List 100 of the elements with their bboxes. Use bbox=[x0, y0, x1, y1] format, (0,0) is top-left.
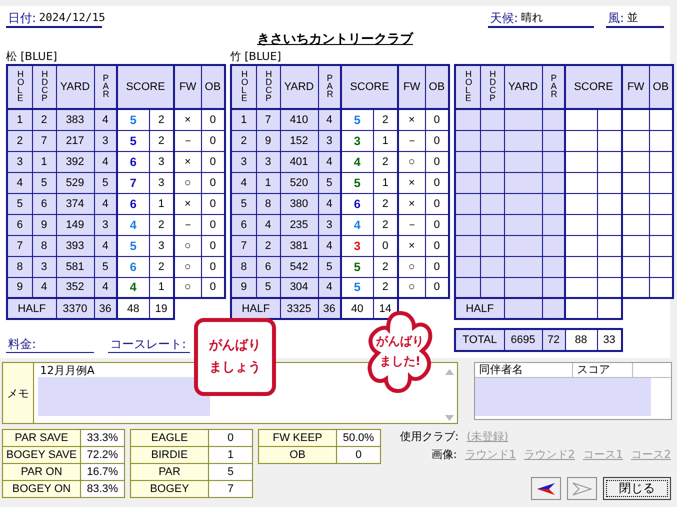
ob-value: 0 bbox=[210, 218, 216, 230]
putts-value: 1 bbox=[382, 176, 388, 188]
image-link[interactable]: コース1 bbox=[583, 447, 623, 462]
column-header: HOLE bbox=[17, 70, 22, 102]
club-link[interactable]: (未登録) bbox=[466, 429, 508, 444]
par-value: 4 bbox=[326, 281, 332, 294]
hole-number: 4 bbox=[16, 176, 23, 188]
putts-value: 2 bbox=[158, 114, 164, 126]
companion-list[interactable]: 同伴者名 スコア bbox=[474, 362, 672, 420]
fairway-mark: － bbox=[406, 135, 418, 147]
fairway-mark: ○ bbox=[184, 260, 192, 272]
par-value: 4 bbox=[102, 281, 108, 294]
putts-value: 2 bbox=[382, 281, 388, 294]
par-value: 3 bbox=[102, 134, 108, 146]
hole-number: 7 bbox=[240, 240, 247, 252]
stat-label: EAGLE bbox=[130, 430, 208, 446]
score-value: 3 bbox=[354, 134, 361, 148]
ob-value: 0 bbox=[210, 114, 216, 126]
hole-number: 6 bbox=[16, 218, 23, 230]
scroll-down-icon[interactable] bbox=[444, 415, 454, 421]
column-header: HDCP bbox=[490, 70, 494, 102]
putts-value: 2 bbox=[382, 260, 388, 272]
stat-label: BOGEY SAVE bbox=[2, 446, 80, 464]
fairway-mark: － bbox=[406, 219, 418, 231]
handicap-value: 2 bbox=[40, 114, 48, 126]
stat-label: BIRDIE bbox=[130, 446, 208, 464]
putts-value: 1 bbox=[158, 198, 164, 210]
column-header: SCORE bbox=[574, 81, 614, 93]
column-header: HDCP bbox=[266, 70, 270, 102]
score-value: 4 bbox=[354, 154, 361, 168]
image-link[interactable]: ラウンド2 bbox=[524, 447, 575, 462]
column-header: YARD bbox=[284, 81, 314, 93]
half-label: HALF bbox=[18, 302, 46, 314]
handicap-value: 4 bbox=[40, 281, 48, 294]
yard-value: 393 bbox=[66, 240, 84, 252]
sticker-text: ましょう bbox=[209, 359, 261, 377]
fairway-mark: × bbox=[184, 114, 191, 126]
stat-value: 50.0% bbox=[336, 430, 380, 446]
hole-number: 6 bbox=[240, 218, 247, 230]
putts-value: 1 bbox=[382, 134, 388, 146]
stat-value: 0 bbox=[208, 430, 252, 446]
par-value: 3 bbox=[326, 134, 332, 146]
sticker-text: がんばり bbox=[209, 337, 261, 355]
stat-value: 72.2% bbox=[80, 446, 124, 464]
hole-number: 2 bbox=[16, 134, 23, 146]
column-header: HOLE bbox=[241, 70, 246, 102]
score-value: 6 bbox=[354, 196, 361, 210]
putts-value: 2 bbox=[382, 218, 388, 230]
par-total: 36 bbox=[323, 302, 336, 314]
par-value: 5 bbox=[326, 176, 332, 188]
fairway-mark: × bbox=[408, 198, 415, 210]
image-link[interactable]: ラウンド1 bbox=[465, 447, 516, 462]
score-total: 88 bbox=[574, 334, 588, 346]
column-header: FW bbox=[179, 81, 196, 93]
column-header: SCORE bbox=[350, 81, 390, 93]
par-value: 4 bbox=[102, 156, 108, 168]
memo-input[interactable] bbox=[38, 377, 210, 416]
course-name: 松 [BLUE] bbox=[6, 49, 58, 64]
handicap-value: 4 bbox=[264, 218, 272, 230]
hole-number: 1 bbox=[16, 114, 23, 126]
image-link[interactable]: コース2 bbox=[631, 447, 671, 462]
course-rate-field: コースレート: bbox=[108, 337, 190, 353]
stat-label: BOGEY ON bbox=[2, 480, 80, 498]
yard-value: 235 bbox=[290, 218, 308, 230]
previous-button[interactable] bbox=[531, 477, 561, 500]
score-value: 4 bbox=[130, 218, 137, 232]
par-value: 4 bbox=[102, 114, 108, 126]
column-header: OB bbox=[204, 81, 221, 93]
memo-label: メモ bbox=[3, 363, 34, 423]
par-value: 4 bbox=[326, 198, 332, 210]
arrow-right-icon bbox=[572, 482, 592, 496]
ob-value: 0 bbox=[434, 218, 440, 230]
score-total: 40 bbox=[351, 302, 364, 314]
yard-total: 3370 bbox=[62, 302, 88, 314]
ob-value: 0 bbox=[210, 281, 216, 294]
yard-value: 149 bbox=[66, 218, 84, 230]
fairway-mark: × bbox=[408, 240, 415, 252]
fee-field: 料金: bbox=[6, 337, 94, 353]
ob-value: 0 bbox=[434, 134, 440, 146]
yard-value: 381 bbox=[290, 240, 308, 252]
scroll-up-icon[interactable] bbox=[444, 369, 454, 375]
column-header: YARD bbox=[60, 81, 90, 93]
yard-value: 542 bbox=[290, 260, 308, 272]
hole-number: 7 bbox=[16, 240, 23, 252]
hole-number: 4 bbox=[240, 176, 247, 188]
ob-value: 0 bbox=[434, 281, 440, 294]
score-value: 3 bbox=[354, 238, 361, 252]
close-button[interactable]: 閉じる bbox=[603, 477, 671, 500]
ob-value: 0 bbox=[434, 240, 440, 252]
yard-value: 401 bbox=[290, 156, 308, 168]
fairway-mark: × bbox=[408, 176, 415, 188]
score-value: 6 bbox=[130, 196, 137, 210]
column-header: YARD bbox=[508, 81, 538, 93]
stat-label: PAR ON bbox=[2, 464, 80, 480]
fairway-mark: ○ bbox=[408, 156, 416, 168]
hole-number: 3 bbox=[16, 156, 23, 168]
stat-value: 7 bbox=[208, 480, 252, 498]
putts-value: 2 bbox=[158, 260, 164, 272]
yard-total: 3325 bbox=[286, 302, 312, 314]
yard-value: 581 bbox=[66, 260, 84, 272]
